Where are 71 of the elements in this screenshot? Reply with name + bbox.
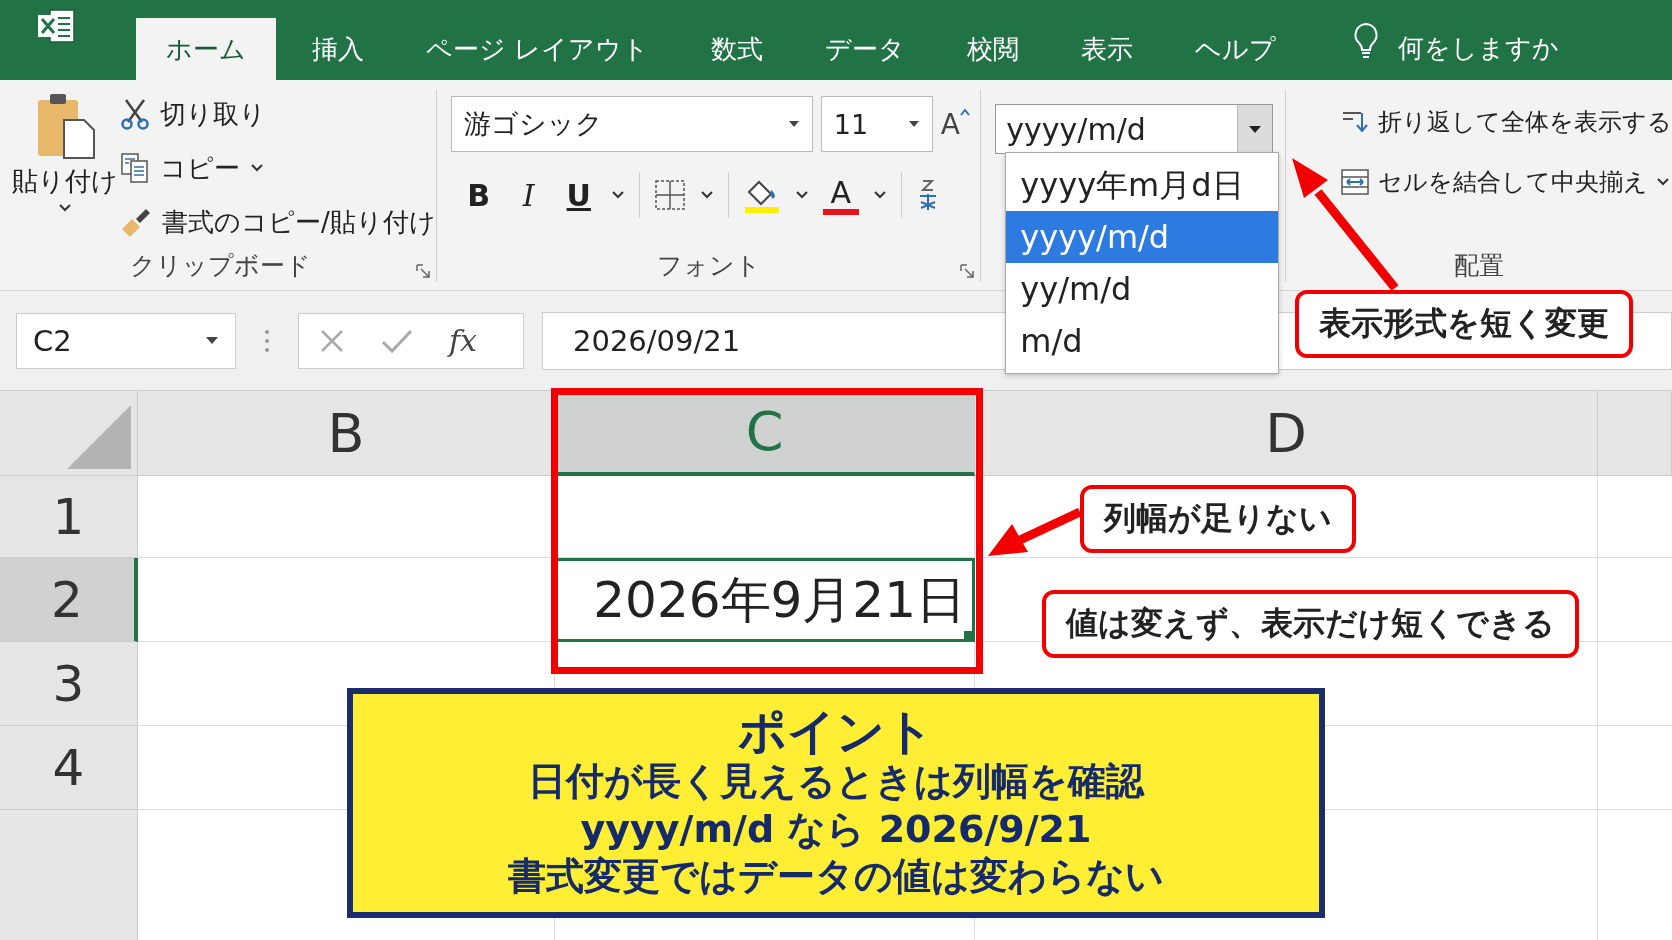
- dialog-launcher-icon[interactable]: [960, 264, 975, 278]
- chevron-icon[interactable]: [699, 190, 714, 200]
- paste-button[interactable]: 貼り付け: [10, 90, 120, 246]
- group-label: 配置: [1454, 251, 1504, 280]
- font-color-button[interactable]: A: [822, 175, 859, 215]
- wrap-text-button[interactable]: 折り返して全体を表示する: [1340, 98, 1672, 146]
- callout: 列幅が足りない: [1080, 485, 1356, 553]
- scissors-icon: [120, 98, 150, 130]
- point-text: 書式変更ではデータの値は変わらない: [508, 853, 1164, 901]
- ribbon-tab[interactable]: ページ レイアウト: [400, 18, 676, 80]
- ribbon-tab[interactable]: 校閲: [941, 18, 1046, 80]
- dropdown-option[interactable]: yy/m/d: [1006, 263, 1279, 315]
- point-text: 日付が長く見えるときは列幅を確認: [528, 758, 1144, 806]
- paintbrush-icon: [120, 207, 152, 237]
- font-name-dropdown[interactable]: 游ゴシック: [450, 96, 813, 152]
- insert-function-button[interactable]: fx: [449, 323, 478, 358]
- copy-button[interactable]: コピー: [120, 144, 436, 192]
- chevron-icon: [1656, 177, 1670, 187]
- tell-me-field[interactable]: 何をしますか: [1396, 16, 1661, 80]
- dropdown-arrow-icon: [205, 336, 219, 345]
- copy-icon: [120, 152, 150, 184]
- format-painter-button[interactable]: 書式のコピー/貼り付け: [120, 198, 436, 246]
- lightbulb-icon: [1352, 22, 1381, 60]
- dropdown-button[interactable]: [1237, 105, 1273, 153]
- ribbon-tab[interactable]: ホーム: [136, 18, 276, 80]
- triangle-icon: [67, 405, 131, 469]
- row-header[interactable]: 1: [0, 476, 138, 558]
- chevron-icon: [58, 203, 72, 213]
- ribbon-tab[interactable]: ヘルプ: [1169, 18, 1303, 80]
- dropdown-arrow-icon: [907, 120, 920, 128]
- sheet-cell[interactable]: 2026年9月21日: [555, 558, 975, 642]
- spreadsheet-logo-icon: [36, 8, 76, 44]
- italic-button[interactable]: I: [510, 173, 547, 217]
- dropdown-arrow-icon: [787, 120, 800, 128]
- row-header[interactable]: 2: [0, 558, 138, 642]
- checkmark-icon[interactable]: [381, 327, 413, 354]
- chevron-icon[interactable]: [794, 190, 809, 200]
- ribbon-tab[interactable]: データ: [799, 18, 932, 80]
- drag-handle-icon[interactable]: [264, 328, 270, 353]
- merge-cells-icon: [1340, 167, 1370, 197]
- callout: 値は変えず、表示だけ短くできる: [1042, 590, 1579, 658]
- dropdown-option[interactable]: m/d: [1006, 315, 1279, 367]
- caret-icon: [959, 107, 970, 116]
- chevron-icon[interactable]: [872, 190, 887, 200]
- dropdown-arrow-icon: [1248, 124, 1263, 134]
- dropdown-option[interactable]: yyyy/m/d: [1006, 211, 1279, 263]
- cut-button[interactable]: 切り取り: [120, 90, 436, 138]
- bold-button[interactable]: B: [460, 173, 497, 217]
- font-size-dropdown[interactable]: 11: [820, 96, 933, 152]
- group-label: フォント: [656, 251, 761, 280]
- increase-font-size-button[interactable]: A: [940, 107, 970, 141]
- fill-handle[interactable]: [964, 631, 975, 642]
- group-label: クリップボード: [130, 251, 311, 280]
- ribbon-tab[interactable]: 表示: [1055, 18, 1160, 80]
- number-format-dropdown[interactable]: yyyy/m/d: [995, 104, 1274, 154]
- column-header[interactable]: D: [975, 391, 1598, 476]
- point-text: yyyy/m/d なら 2026/9/21: [580, 805, 1092, 853]
- ribbon-tab[interactable]: 数式: [685, 18, 790, 80]
- merge-center-button[interactable]: セルを結合して中央揃え: [1340, 158, 1670, 206]
- row-header[interactable]: 4: [0, 726, 138, 810]
- row-header[interactable]: 3: [0, 642, 138, 726]
- ribbon-tab[interactable]: 挿入: [286, 18, 390, 80]
- underline-button[interactable]: U: [560, 173, 597, 217]
- name-box[interactable]: C2: [16, 312, 236, 369]
- point-title: ポイント: [738, 705, 934, 759]
- chevron-icon[interactable]: [610, 190, 625, 200]
- chevron-icon: [250, 163, 264, 173]
- dialog-launcher-icon[interactable]: [415, 264, 430, 278]
- dropdown-option[interactable]: yyyy年m月d日: [1006, 159, 1279, 211]
- borders-icon[interactable]: [653, 179, 686, 211]
- callout: 表示形式を短く変更: [1295, 290, 1633, 358]
